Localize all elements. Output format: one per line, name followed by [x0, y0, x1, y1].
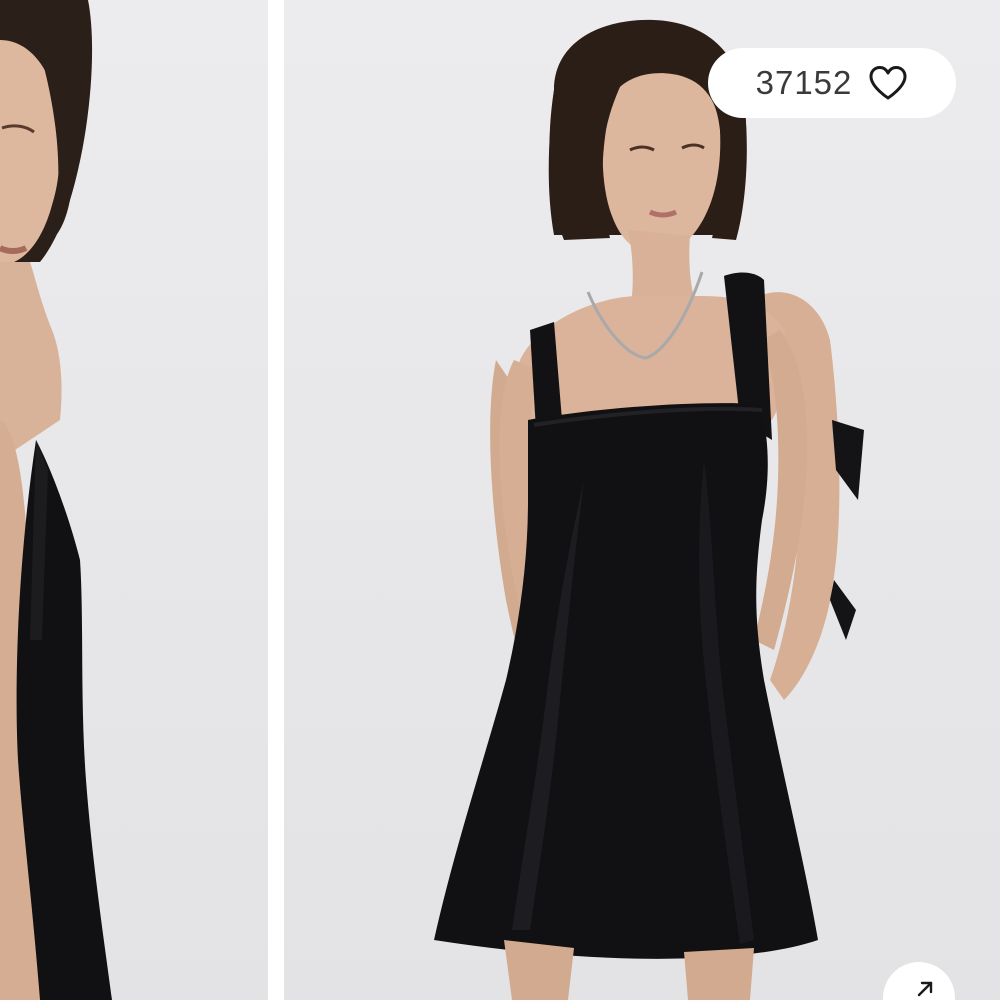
heart-outline-icon: [869, 66, 907, 100]
model-photo-side: [0, 0, 112, 1000]
gallery-image-previous[interactable]: [0, 0, 268, 1000]
model-photo-front: [434, 19, 864, 1000]
arrow-up-right-icon: [917, 981, 933, 997]
product-image-gallery: 37152: [0, 0, 1000, 1000]
gallery-image-main[interactable]: [284, 0, 1000, 1000]
like-count: 37152: [755, 64, 853, 101]
like-button[interactable]: 37152: [708, 48, 956, 118]
